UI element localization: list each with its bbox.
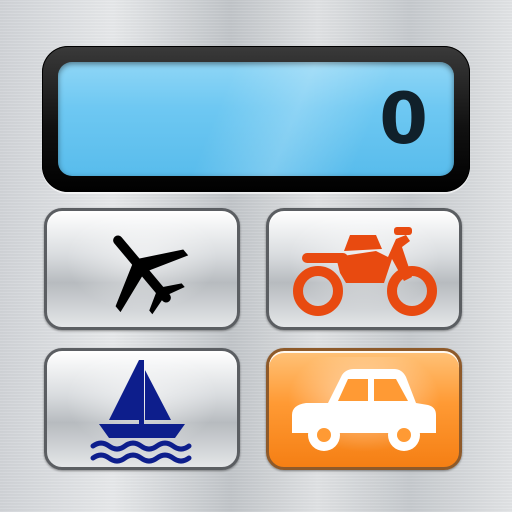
car-button[interactable] [266, 348, 462, 470]
screen-gloss [163, 62, 413, 176]
boat-button[interactable] [44, 348, 240, 470]
motorcycle-button[interactable] [266, 208, 462, 330]
sailboat-icon [90, 360, 192, 464]
airplane-icon [113, 235, 189, 315]
display-screen: 0 [58, 62, 454, 176]
motorcycle-icon [293, 227, 437, 316]
plane-button[interactable] [44, 208, 240, 330]
car-icon [292, 369, 436, 451]
display-bezel: 0 [42, 46, 470, 192]
display-value: 0 [379, 78, 428, 160]
